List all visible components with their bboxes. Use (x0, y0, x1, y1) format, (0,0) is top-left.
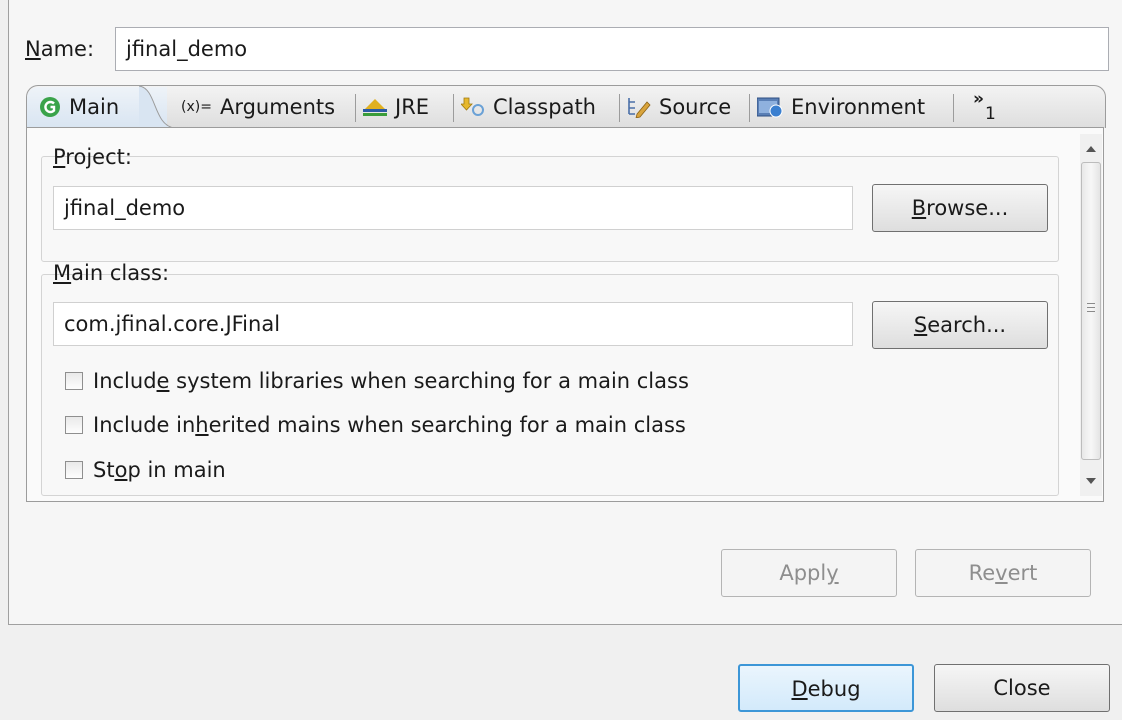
revert-button[interactable]: Revert (915, 549, 1091, 597)
tab-overflow-count: 1 (985, 104, 996, 124)
main-tab-content: Project: jfinal_demo Browse... Main clas… (26, 127, 1104, 502)
tab-jre[interactable]: JRE (363, 87, 429, 127)
tab-label: Source (659, 95, 732, 119)
launch-configuration-panel: Name: jfinal_demo Main (x)= Arguments JR… (8, 0, 1122, 625)
checkbox[interactable] (65, 461, 83, 479)
tab-label: Environment (791, 95, 926, 119)
tab-environment[interactable]: Environment (757, 87, 925, 127)
main-class-field[interactable]: com.jfinal.core.JFinal (53, 302, 853, 346)
tab-overflow-chevron[interactable]: » (973, 90, 984, 108)
main-class-label: Main class: (53, 261, 170, 285)
option-label: Stop in main (93, 458, 226, 482)
stop-in-main-option[interactable]: Stop in main (65, 455, 226, 485)
browse-button[interactable]: Browse... (872, 184, 1048, 232)
search-button[interactable]: Search... (872, 301, 1048, 349)
environment-icon (757, 96, 783, 118)
name-label: Name: (25, 37, 95, 61)
grip-icon (1087, 303, 1095, 315)
tab-label: Main (69, 95, 120, 119)
tab-label: JRE (395, 95, 430, 119)
tab-label: Arguments (219, 95, 336, 119)
include-system-libraries-option[interactable]: Include system libraries when searching … (65, 366, 689, 396)
option-label: Include inherited mains when searching f… (93, 413, 686, 437)
vertical-scrollbar[interactable] (1080, 134, 1102, 496)
project-field[interactable]: jfinal_demo (53, 186, 853, 230)
tab-strip: Main (x)= Arguments JRE Classpath Source… (26, 85, 1106, 128)
source-icon (627, 96, 651, 118)
name-input[interactable]: jfinal_demo (115, 27, 1109, 71)
checkbox[interactable] (65, 416, 83, 434)
jre-icon (363, 97, 387, 117)
apply-button[interactable]: Apply (721, 549, 897, 597)
arguments-icon: (x)= (181, 99, 212, 115)
tab-source[interactable]: Source (627, 87, 731, 127)
debug-button[interactable]: Debug (738, 664, 914, 712)
scroll-thumb[interactable] (1081, 162, 1101, 460)
tab-label: Classpath (493, 95, 596, 119)
tab-classpath[interactable]: Classpath (461, 87, 596, 127)
classpath-icon (461, 96, 485, 118)
tab-arguments[interactable]: (x)= Arguments (181, 87, 335, 127)
scroll-down-arrow-icon[interactable] (1080, 470, 1102, 492)
scroll-up-arrow-icon[interactable] (1080, 138, 1102, 160)
option-label: Include system libraries when searching … (93, 369, 689, 393)
main-class-icon (39, 96, 61, 118)
include-inherited-mains-option[interactable]: Include inherited mains when searching f… (65, 410, 686, 440)
close-button[interactable]: Close (934, 664, 1110, 712)
project-label: Project: (53, 145, 132, 169)
checkbox[interactable] (65, 372, 83, 390)
active-tab-edge (139, 86, 175, 128)
